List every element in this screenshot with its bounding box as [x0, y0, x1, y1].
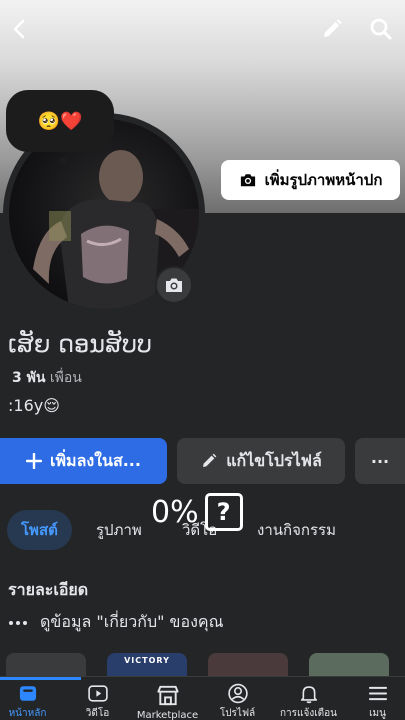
question-icon: ? — [204, 493, 243, 531]
story-note-emoji: 🥺❤️ — [37, 110, 83, 132]
loading-percent: 0% — [151, 494, 199, 530]
bottom-navigation: หน้าหลัก วิดีโอ Marketplace โปรไฟล์ การแ… — [0, 676, 405, 720]
nav-menu[interactable]: เมนู — [337, 677, 405, 720]
nav-profile-label: โปรไฟล์ — [219, 708, 256, 719]
pencil-icon — [324, 19, 342, 37]
home-feed-icon — [19, 686, 36, 701]
search-button[interactable] — [364, 12, 398, 46]
nav-notifications-label: การแจ้งเตือน — [280, 708, 337, 719]
add-to-story-button[interactable]: เพิ่มลงในส... — [0, 438, 167, 484]
friends-label: เพื่อน — [49, 370, 82, 386]
nav-video[interactable]: วิดีโอ — [57, 677, 138, 720]
profile-bio: :16y😌 — [8, 396, 60, 415]
search-icon — [370, 18, 392, 40]
back-button[interactable] — [2, 12, 36, 46]
friends-count[interactable]: 3 พัน เพื่อน — [12, 367, 82, 389]
nav-home-label: หน้าหลัก — [8, 708, 47, 719]
video-icon — [87, 685, 108, 702]
story-note-tail — [59, 157, 67, 165]
tab-posts[interactable]: โพสต์ — [7, 510, 72, 550]
nav-profile[interactable]: โปรไฟล์ — [197, 677, 278, 720]
profile-name: ເສັຍ ດອນສັບບ — [8, 330, 152, 358]
see-about-link[interactable]: ดูข้อมูล "เกี่ยวกับ" ของคุณ — [8, 610, 223, 635]
tab-events[interactable]: งานกิจกรรม — [257, 510, 336, 550]
profile-icon — [227, 683, 248, 704]
tab-posts-label: โพสต์ — [21, 521, 58, 539]
nav-marketplace-label: Marketplace — [136, 710, 199, 720]
add-cover-photo-label: เพิ่มรูปภาพหน้าปก — [264, 171, 383, 189]
loading-indicator: 0% ? — [151, 493, 243, 531]
more-dots-icon — [9, 620, 27, 625]
more-options-icon: ··· — [370, 451, 390, 471]
camera-icon — [240, 174, 255, 187]
menu-icon — [368, 686, 387, 701]
tab-photos[interactable]: รูปภาพ — [96, 510, 142, 550]
camera-icon — [166, 278, 182, 292]
add-cover-photo-button[interactable]: เพิ่มรูปภาพหน้าปก — [221, 160, 400, 200]
edit-profile-label: แก้ไขโปรไฟล์ — [226, 450, 322, 470]
tab-photos-label: รูปภาพ — [96, 521, 142, 539]
details-heading: รายละเอียด — [8, 580, 89, 599]
bell-icon — [300, 686, 317, 704]
edit-button[interactable] — [315, 12, 349, 46]
more-options-button[interactable]: ··· — [355, 438, 405, 484]
chevron-left-icon — [13, 19, 25, 39]
tab-events-label: งานกิจกรรม — [257, 521, 336, 539]
question-symbol: ? — [216, 498, 231, 526]
add-to-story-label: เพิ่มลงในส... — [50, 450, 141, 470]
friends-number: 3 พัน — [12, 370, 46, 386]
plus-icon — [26, 453, 43, 469]
story-note-bubble[interactable]: 🥺❤️ — [6, 90, 114, 152]
nav-menu-label: เมนู — [369, 708, 386, 719]
marketplace-icon — [156, 685, 179, 706]
pencil-icon — [203, 453, 217, 467]
nav-video-label: วิดีโอ — [85, 708, 110, 719]
nav-marketplace[interactable]: Marketplace — [127, 677, 208, 720]
change-avatar-button[interactable] — [155, 266, 193, 304]
see-about-label: ดูข้อมูล "เกี่ยวกับ" ของคุณ — [40, 612, 224, 631]
edit-profile-button[interactable]: แก้ไขโปรไฟล์ — [177, 438, 345, 484]
